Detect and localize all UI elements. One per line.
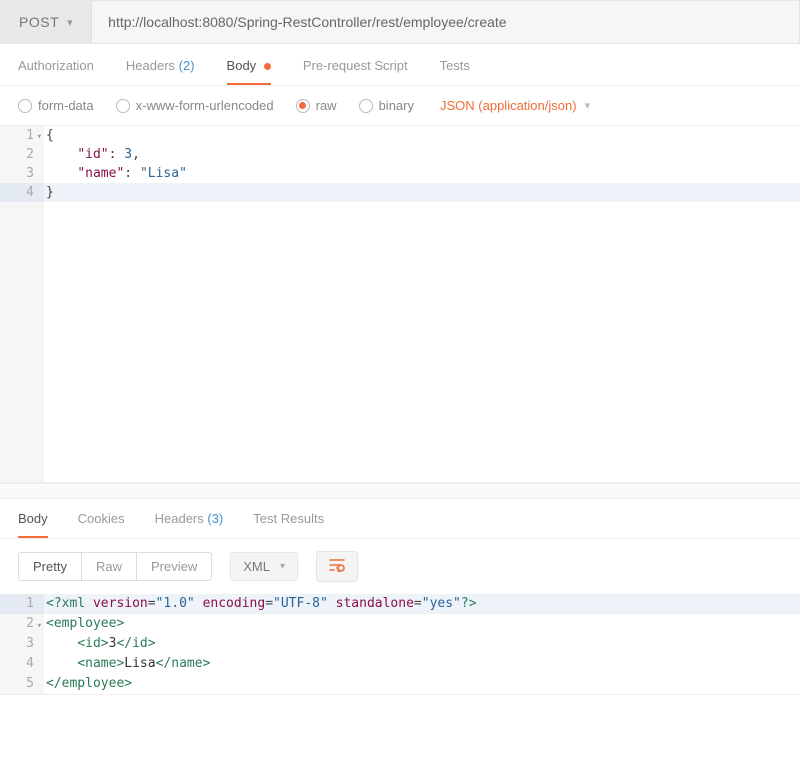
url-input[interactable]: http://localhost:8080/Spring-RestControl… <box>92 1 799 43</box>
code-line: { <box>44 126 800 145</box>
line-number: 2▾ <box>0 614 44 634</box>
resp-tab-body[interactable]: Body <box>18 511 48 538</box>
chevron-down-icon: ▾ <box>280 561 285 572</box>
tab-prerequest[interactable]: Pre-request Script <box>303 58 408 85</box>
line-number: 5 <box>0 674 44 694</box>
line-number: 4 <box>0 654 44 674</box>
request-body-editor[interactable]: 1▾ { 2 "id": 3, 3 "name": "Lisa" 4 } <box>0 126 800 483</box>
tab-tests[interactable]: Tests <box>440 58 470 85</box>
url-text: http://localhost:8080/Spring-RestControl… <box>108 14 506 30</box>
fold-icon: ▾ <box>37 616 42 636</box>
line-number: 4 <box>0 183 44 202</box>
content-type-select[interactable]: JSON (application/json) ▾ <box>440 98 590 113</box>
request-tabs: Authorization Headers (2) Body Pre-reque… <box>0 44 800 86</box>
code-line: } <box>44 183 800 202</box>
response-controls: Pretty Raw Preview XML ▾ <box>0 539 800 594</box>
code-line: <?xml version="1.0" encoding="UTF-8" sta… <box>44 594 800 614</box>
tab-body[interactable]: Body <box>227 58 271 85</box>
body-type-row: form-data x-www-form-urlencoded raw bina… <box>0 86 800 126</box>
tab-authorization[interactable]: Authorization <box>18 58 94 85</box>
code-line: </employee> <box>44 674 800 694</box>
line-number: 1▾ <box>0 126 44 145</box>
response-tabs: Body Cookies Headers (3) Test Results <box>0 499 800 539</box>
changed-dot-icon <box>264 63 271 70</box>
code-line: <employee> <box>44 614 800 634</box>
radio-urlencoded[interactable]: x-www-form-urlencoded <box>116 98 274 113</box>
response-body-viewer[interactable]: 1 <?xml version="1.0" encoding="UTF-8" s… <box>0 594 800 695</box>
line-number: 1 <box>0 594 44 614</box>
view-raw[interactable]: Raw <box>82 553 137 580</box>
view-pretty[interactable]: Pretty <box>19 553 82 580</box>
line-number: 3 <box>0 164 44 183</box>
tab-headers[interactable]: Headers (2) <box>126 58 195 85</box>
method-label: POST <box>19 14 59 30</box>
radio-icon <box>296 99 310 113</box>
view-preview[interactable]: Preview <box>137 553 211 580</box>
http-method-select[interactable]: POST ▾ <box>1 1 92 43</box>
chevron-down-icon: ▾ <box>67 16 73 29</box>
view-mode-toggle: Pretty Raw Preview <box>18 552 212 581</box>
resp-tab-headers[interactable]: Headers (3) <box>155 511 224 538</box>
chevron-down-icon: ▾ <box>585 99 591 112</box>
section-divider <box>0 483 800 499</box>
code-line: <name>Lisa</name> <box>44 654 800 674</box>
request-bar: POST ▾ http://localhost:8080/Spring-Rest… <box>0 0 800 44</box>
resp-tab-test-results[interactable]: Test Results <box>253 511 324 538</box>
radio-icon <box>116 99 130 113</box>
wrap-lines-button[interactable] <box>316 551 358 582</box>
line-number: 2 <box>0 145 44 164</box>
radio-icon <box>18 99 32 113</box>
response-format-select[interactable]: XML ▾ <box>230 552 298 581</box>
code-line: "name": "Lisa" <box>44 164 800 183</box>
code-line: <id>3</id> <box>44 634 800 654</box>
code-line: "id": 3, <box>44 145 800 164</box>
radio-raw[interactable]: raw <box>296 98 337 113</box>
radio-form-data[interactable]: form-data <box>18 98 94 113</box>
wrap-icon <box>329 559 345 575</box>
radio-binary[interactable]: binary <box>359 98 414 113</box>
editor-blank-area[interactable] <box>0 202 800 482</box>
radio-icon <box>359 99 373 113</box>
resp-tab-cookies[interactable]: Cookies <box>78 511 125 538</box>
line-number: 3 <box>0 634 44 654</box>
